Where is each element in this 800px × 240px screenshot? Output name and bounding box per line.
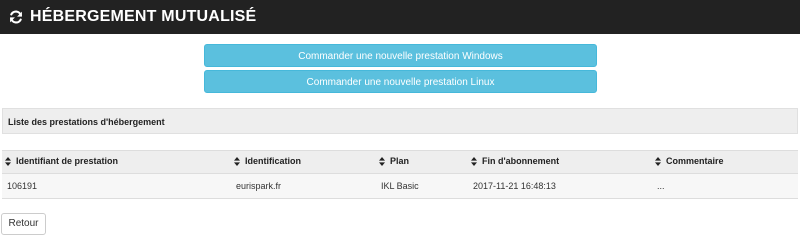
table-row[interactable]: 106191 eurispark.fr IKL Basic 2017-11-21… — [2, 173, 798, 199]
panel-heading: Liste des prestations d'hébergement — [2, 108, 798, 134]
order-windows-button[interactable]: Commander une nouvelle prestation Window… — [204, 44, 597, 67]
column-header-label: Identifiant de prestation — [16, 156, 119, 167]
column-header-plan[interactable]: Plan — [376, 150, 468, 174]
column-header-label: Fin d'abonnement — [482, 156, 560, 167]
sort-icon — [655, 156, 661, 168]
cell-comment: ... — [652, 173, 798, 199]
table-header-row: Identifiant de prestation Identification… — [2, 150, 798, 174]
refresh-icon — [9, 10, 23, 24]
sort-icon — [379, 156, 385, 168]
page-header: HÉBERGEMENT MUTUALISÉ — [0, 0, 800, 34]
cell-id: 106191 — [2, 173, 231, 199]
column-header-label: Commentaire — [666, 156, 724, 167]
page-title: HÉBERGEMENT MUTUALISÉ — [30, 8, 257, 25]
order-linux-button[interactable]: Commander une nouvelle prestation Linux — [204, 70, 597, 93]
sort-icon — [471, 156, 477, 168]
cell-identification: eurispark.fr — [231, 173, 376, 199]
cell-plan: IKL Basic — [376, 173, 468, 199]
sort-icon — [234, 156, 240, 168]
column-header-end-date[interactable]: Fin d'abonnement — [468, 150, 652, 174]
services-table: Identifiant de prestation Identification… — [2, 150, 798, 199]
column-header-identification[interactable]: Identification — [231, 150, 376, 174]
sort-icon — [5, 156, 11, 168]
column-header-label: Identification — [245, 156, 301, 167]
cell-end-date: 2017-11-21 16:48:13 — [468, 173, 652, 199]
column-header-label: Plan — [390, 156, 410, 167]
column-header-comment[interactable]: Commentaire — [652, 150, 798, 174]
column-header-id[interactable]: Identifiant de prestation — [2, 150, 231, 174]
back-button[interactable]: Retour — [1, 213, 46, 235]
